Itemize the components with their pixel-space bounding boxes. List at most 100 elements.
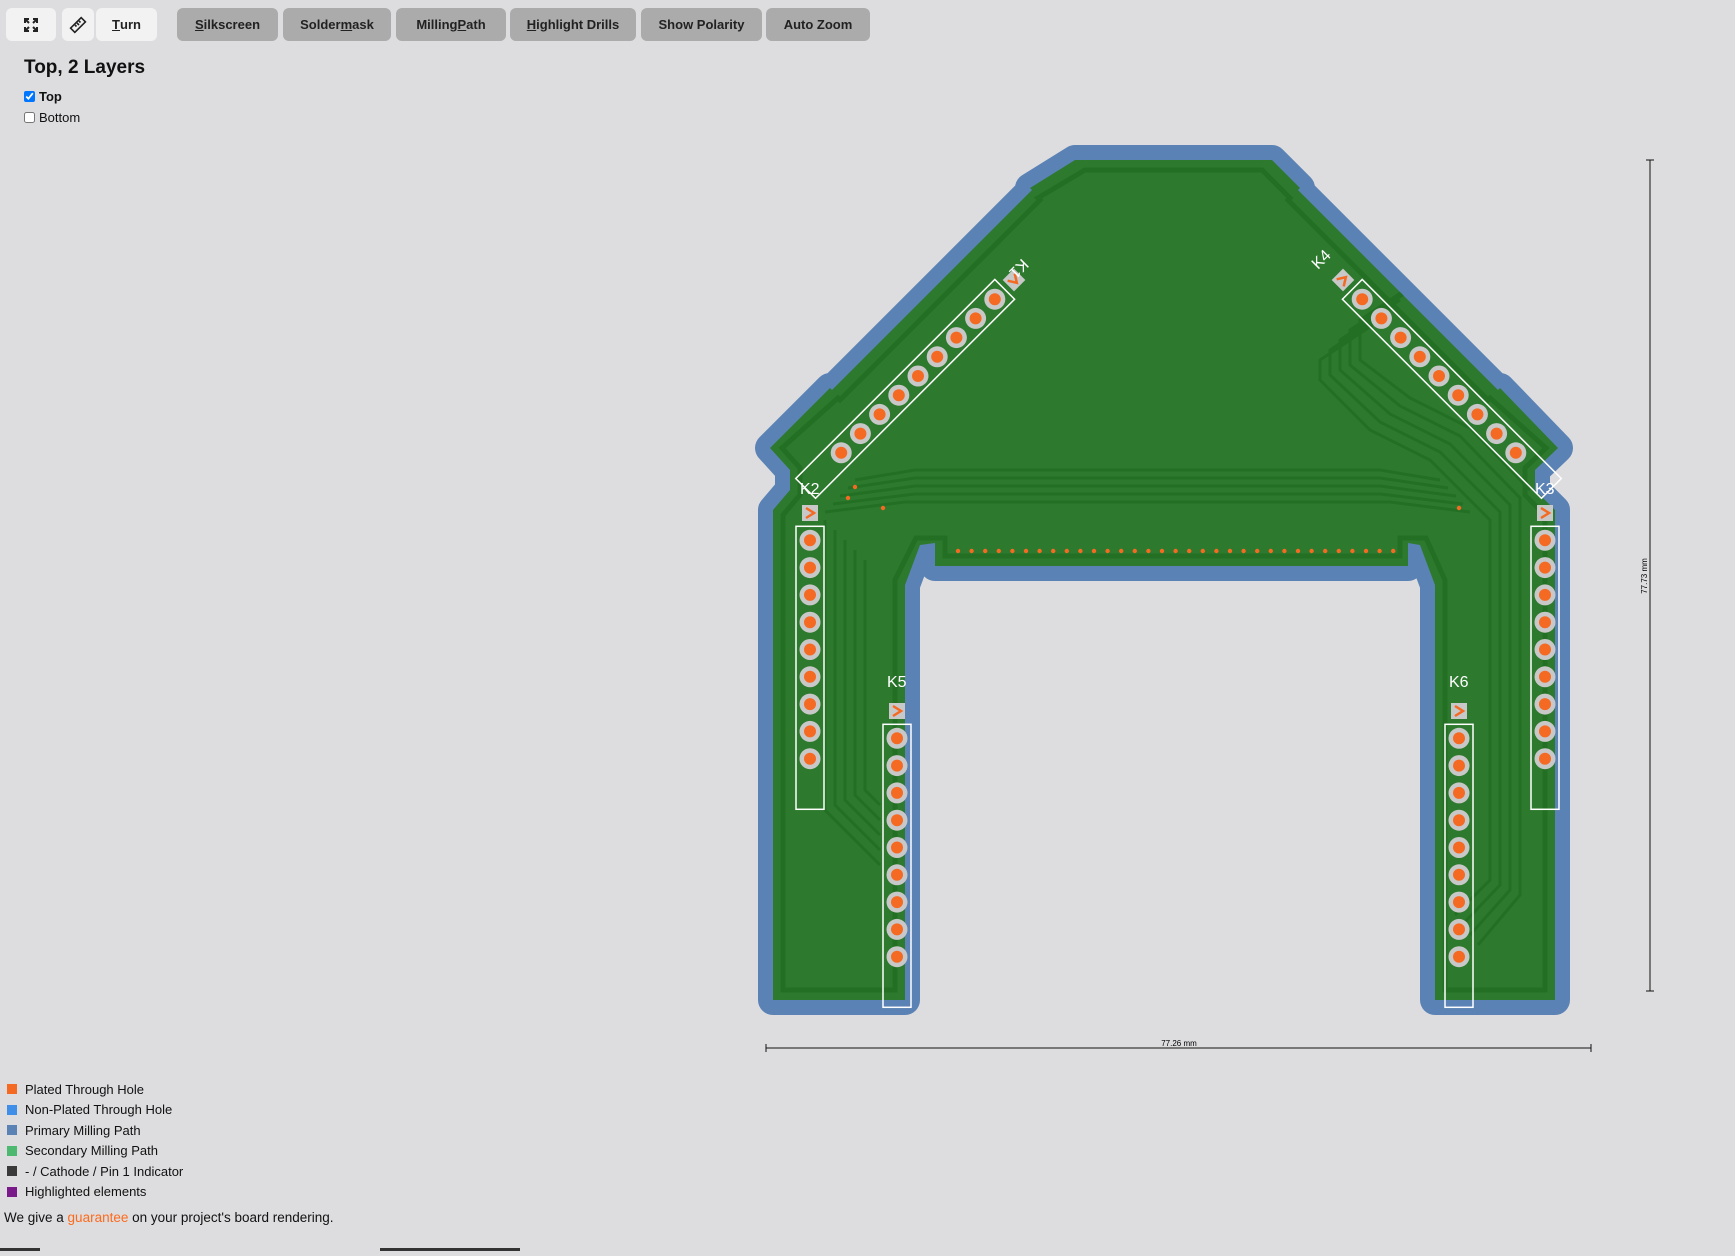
via <box>845 495 851 501</box>
footer-suffix: on your project's board rendering. <box>128 1210 334 1225</box>
via <box>955 548 961 554</box>
pin-drill <box>891 841 903 854</box>
pin-drill <box>804 643 816 656</box>
pin-drill <box>1452 389 1465 402</box>
via <box>1187 548 1192 554</box>
pin-drill <box>931 350 944 363</box>
pin-drill <box>1539 725 1551 738</box>
via <box>1309 548 1314 554</box>
pin-drill <box>1453 923 1465 936</box>
legend-swatch <box>7 1186 17 1197</box>
via <box>983 548 988 554</box>
pin-drill <box>1539 534 1551 547</box>
pin-drill <box>1453 868 1465 881</box>
pin-drill <box>891 814 903 827</box>
via <box>1214 548 1219 554</box>
pin-drill <box>1539 752 1551 765</box>
pin-drill <box>891 868 903 881</box>
pin-drill <box>1509 446 1522 459</box>
via <box>1350 548 1355 554</box>
legend-item: Non-Plated Through Hole <box>7 1100 183 1121</box>
footer-prefix: We give a <box>4 1210 68 1225</box>
via <box>1200 548 1206 554</box>
pin-drill <box>988 293 1001 306</box>
legend-label: Primary Milling Path <box>25 1122 141 1138</box>
pin-drill <box>969 312 982 325</box>
via <box>1456 505 1462 511</box>
pin-drill <box>1453 786 1465 799</box>
legend-label: Plated Through Hole <box>25 1081 145 1097</box>
board-view[interactable]: K2 K3K5 K6K1 K4 77.26 mm 77.73 mm <box>0 0 1735 1241</box>
via <box>1241 548 1246 554</box>
legend-item: Secondary Milling Path <box>7 1141 183 1162</box>
via <box>1282 548 1287 554</box>
legend-item: Highlighted elements <box>7 1182 183 1203</box>
pin-drill <box>804 561 816 574</box>
pin-drill <box>1356 293 1369 306</box>
via <box>1173 548 1178 554</box>
width-label: 77.26 mm <box>1161 1039 1197 1048</box>
legend-label: Secondary Milling Path <box>25 1143 158 1159</box>
pin-drill <box>1539 561 1551 574</box>
pin-drill <box>873 408 886 421</box>
component-label: K6 <box>1449 674 1469 691</box>
guarantee-link[interactable]: guarantee <box>68 1210 129 1225</box>
legend: Plated Through Hole Non-Plated Through Ho… <box>7 1079 183 1202</box>
legend-swatch <box>7 1145 17 1156</box>
pin-drill <box>1413 350 1426 363</box>
legend-label: Highlighted elements <box>25 1184 147 1200</box>
pin-drill <box>1453 896 1465 909</box>
via <box>1377 548 1382 554</box>
pin-drill <box>1453 841 1465 854</box>
pin-drill <box>1453 814 1465 827</box>
pin-drill <box>1433 370 1445 382</box>
via <box>1051 548 1056 554</box>
pin-drill <box>854 427 867 440</box>
via <box>1023 548 1029 554</box>
pin-drill <box>1539 616 1551 629</box>
pin-drill <box>1453 759 1465 772</box>
pin-drill <box>891 759 903 772</box>
pin-drill <box>804 752 816 765</box>
via <box>1336 548 1342 554</box>
legend-swatch <box>7 1166 17 1177</box>
via <box>1037 548 1042 554</box>
via <box>1132 548 1138 554</box>
via <box>1091 548 1097 554</box>
height-label: 77.73 mm <box>1640 558 1649 594</box>
pin-drill <box>804 725 816 738</box>
dimension-height: 77.73 mm <box>1640 159 1654 992</box>
legend-swatch <box>7 1125 17 1136</box>
via <box>1159 548 1165 554</box>
pin-drill <box>891 786 903 799</box>
via <box>1146 548 1151 554</box>
legend-swatch <box>7 1104 17 1115</box>
pin-drill <box>1453 732 1465 745</box>
pin-drill <box>892 389 905 402</box>
pin-drill <box>804 588 816 601</box>
via <box>996 548 1001 554</box>
via <box>1323 548 1328 554</box>
via <box>1227 548 1233 554</box>
via <box>1391 548 1396 554</box>
pin-drill <box>912 370 924 382</box>
pin-drill <box>1539 698 1551 711</box>
pin-drill <box>1490 427 1503 440</box>
pin-drill <box>891 732 903 745</box>
legend-item: Primary Milling Path <box>7 1120 183 1141</box>
via <box>1064 548 1070 554</box>
pin-drill <box>1471 408 1484 421</box>
via <box>1363 548 1369 554</box>
via <box>969 548 974 554</box>
via <box>1078 548 1083 554</box>
legend-label: - / Cathode / Pin 1 Indicator <box>25 1163 184 1179</box>
pin-drill <box>950 331 963 344</box>
pin-drill <box>891 896 903 909</box>
pin-drill <box>1539 670 1551 683</box>
via <box>880 505 886 511</box>
pin-drill <box>804 698 816 711</box>
via <box>1268 548 1274 554</box>
legend-item: Plated Through Hole <box>7 1079 183 1100</box>
component-label: K2 <box>800 481 820 498</box>
pin-drill <box>1539 643 1551 656</box>
